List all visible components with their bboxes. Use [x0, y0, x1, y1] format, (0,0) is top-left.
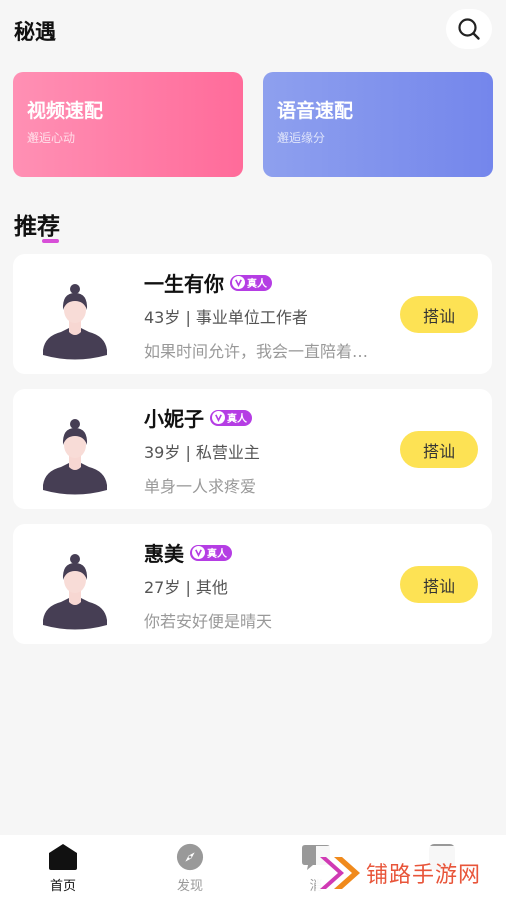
- user-age-occupation: 39岁 | 私营业主: [144, 443, 260, 462]
- user-bio: 你若安好便是晴天: [144, 612, 273, 631]
- section-title: 推荐: [14, 214, 60, 240]
- chat-up-button[interactable]: 搭讪: [400, 296, 478, 333]
- verified-label: 真人: [247, 279, 267, 290]
- user-name-row: 小妮子 真人: [144, 403, 252, 432]
- tab-home[interactable]: 首页: [23, 843, 103, 894]
- avatar: [43, 419, 107, 495]
- user-card[interactable]: 小妮子 真人 39岁 | 私营业主 单身一人求疼爱 搭讪: [13, 389, 492, 509]
- app-title: 秘遇: [14, 20, 56, 44]
- video-match-subtitle: 邂逅心动: [27, 131, 76, 145]
- search-button[interactable]: [446, 9, 492, 49]
- avatar: [43, 284, 107, 360]
- voice-match-subtitle: 邂逅缘分: [277, 131, 326, 145]
- user-card[interactable]: 惠美 真人 27岁 | 其他 你若安好便是晴天 搭讪: [13, 524, 492, 644]
- user-name-row: 一生有你 真人: [144, 268, 272, 297]
- tab-home-label: 首页: [49, 879, 76, 894]
- user-name: 一生有你: [144, 272, 224, 296]
- tab-discover[interactable]: 发现: [150, 843, 230, 894]
- user-name: 小妮子: [144, 407, 204, 431]
- verified-badge: 真人: [230, 274, 272, 291]
- avatar: [43, 554, 107, 630]
- vip-v-icon: [212, 411, 225, 424]
- user-name: 惠美: [144, 542, 184, 566]
- chat-up-button[interactable]: 搭讪: [400, 431, 478, 468]
- verified-label: 真人: [227, 414, 247, 425]
- verified-badge: 真人: [210, 409, 252, 426]
- watermark-text: 铺路手游网: [366, 863, 482, 888]
- voice-match-card[interactable]: 语音速配 邂逅缘分: [263, 72, 493, 177]
- voice-match-title: 语音速配: [277, 100, 354, 122]
- video-match-card[interactable]: 视频速配 邂逅心动: [13, 72, 243, 177]
- section-title-underline: [42, 239, 59, 243]
- header: 秘遇: [0, 0, 506, 62]
- verified-label: 真人: [207, 549, 227, 560]
- home-icon: [49, 844, 77, 870]
- chat-up-button[interactable]: 搭讪: [400, 566, 478, 603]
- user-name-row: 惠美 真人: [144, 538, 232, 567]
- verified-badge: 真人: [190, 544, 232, 561]
- user-bio: 如果时间允许，我会一直陪着…: [144, 342, 369, 361]
- video-match-title: 视频速配: [27, 100, 104, 122]
- watermark-logo-icon: [320, 857, 360, 889]
- compass-icon: [176, 843, 204, 871]
- vip-v-icon: [192, 546, 205, 559]
- user-age-occupation: 27岁 | 其他: [144, 578, 228, 597]
- tab-discover-label: 发现: [176, 879, 203, 894]
- search-icon: [458, 18, 480, 40]
- watermark: 铺路手游网: [316, 846, 506, 900]
- user-age-occupation: 43岁 | 事业单位工作者: [144, 308, 308, 327]
- user-card[interactable]: 一生有你 真人 43岁 | 事业单位工作者 如果时间允许，我会一直陪着… 搭讪: [13, 254, 492, 374]
- user-bio: 单身一人求疼爱: [144, 477, 257, 496]
- vip-v-icon: [232, 276, 245, 289]
